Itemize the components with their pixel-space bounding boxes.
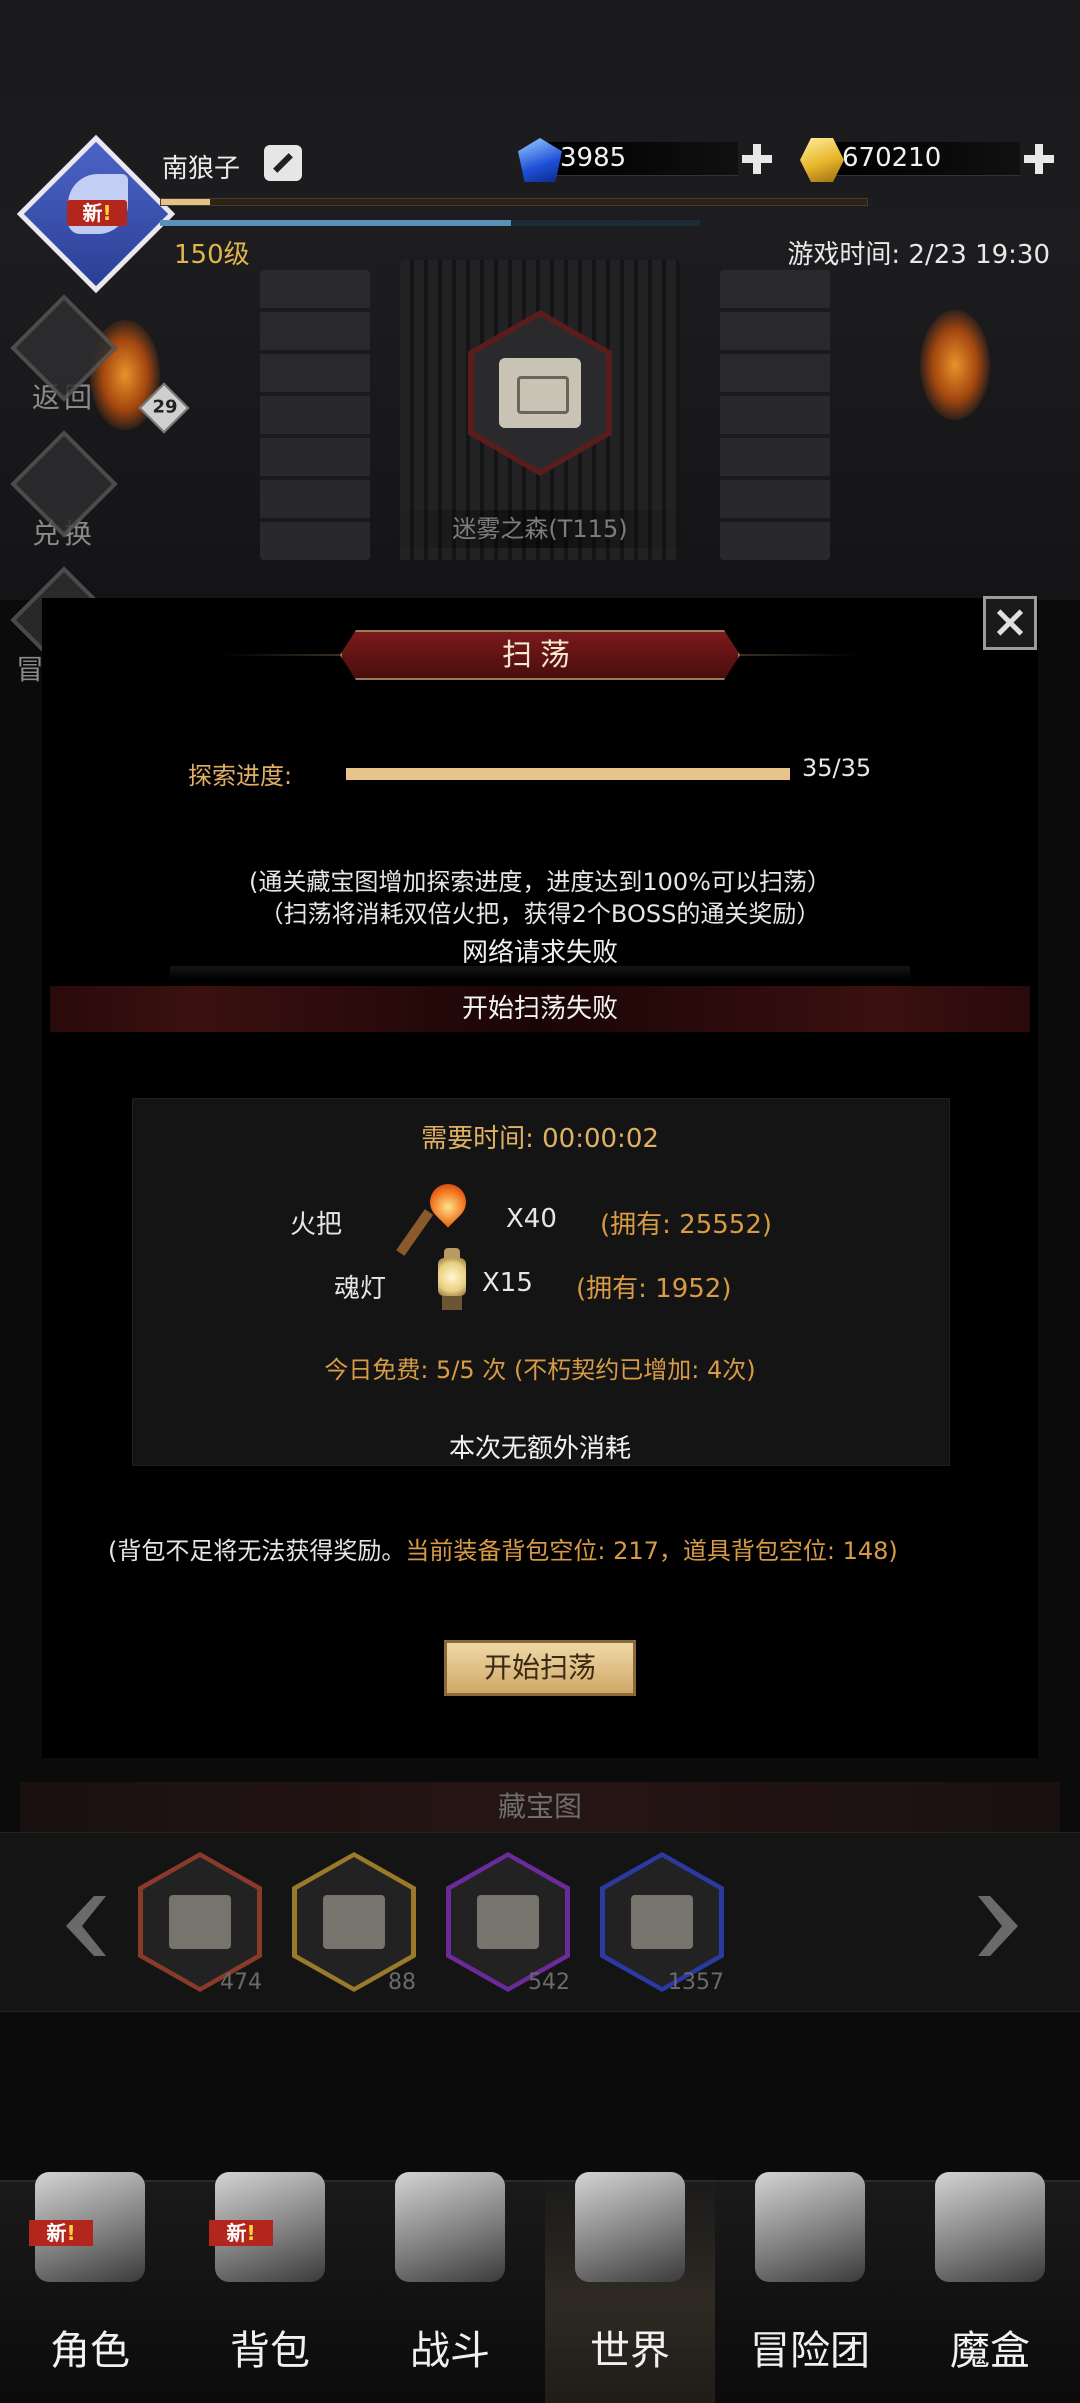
nav-label: 世界 xyxy=(590,2328,670,2374)
nav-label: 背包 xyxy=(230,2328,310,2374)
map-count: 474 xyxy=(220,1970,262,1995)
gem-amount: 3985 xyxy=(560,143,627,173)
edit-name-icon[interactable] xyxy=(264,145,302,181)
treasure-map-item[interactable]: 542 xyxy=(446,1852,570,1995)
gold-currency: 670210 xyxy=(800,138,1060,182)
no-extra-cost: 本次无额外消耗 xyxy=(448,1434,631,1464)
add-gem-button[interactable] xyxy=(740,142,774,176)
torch-cost-qty: X40 xyxy=(506,1204,557,1234)
secondary-bar-fill xyxy=(160,220,511,226)
lamp-cost-qty: X15 xyxy=(482,1268,533,1298)
treasure-map-header: 藏宝图 xyxy=(20,1782,1060,1832)
torch-owned: (拥有: 25552) xyxy=(600,1210,773,1240)
player-avatar[interactable]: 新! 29 xyxy=(16,134,190,434)
wall-torch-icon xyxy=(920,310,990,420)
lamp-owned: (拥有: 1952) xyxy=(576,1274,732,1304)
treasure-scroll-icon xyxy=(631,1895,693,1949)
network-fail-toast: 网络请求失败 xyxy=(461,938,618,968)
back-button[interactable]: 返回 xyxy=(10,294,118,416)
add-gold-button[interactable] xyxy=(1022,142,1056,176)
map-count: 88 xyxy=(388,1970,416,1995)
torch-cost-name: 火把 xyxy=(290,1210,343,1240)
xp-bar-fill xyxy=(161,199,211,205)
xp-bar xyxy=(160,198,868,206)
secondary-bar xyxy=(160,220,700,226)
castle-icon xyxy=(755,2172,865,2282)
dungeon-background: 迷雾之森(T115) xyxy=(0,0,1080,600)
nav-label: 冒险团 xyxy=(750,2328,870,2374)
close-icon[interactable] xyxy=(983,596,1037,650)
start-sweep-button[interactable]: 开始扫荡 xyxy=(444,1640,636,1696)
nav-label: 角色 xyxy=(50,2328,130,2374)
treasure-scroll-icon xyxy=(323,1895,385,1949)
treasure-map-item[interactable]: 474 xyxy=(138,1852,262,1995)
lamp-icon xyxy=(432,1248,472,1316)
player-level: 150级 xyxy=(174,240,250,270)
bag-space-note: (背包不足将无法获得奖励。当前装备背包空位: 217，道具背包空位: 148) xyxy=(108,1537,898,1565)
sweep-note-1: (通关藏宝图增加探索进度，进度达到100%可以扫荡） xyxy=(249,868,831,896)
new-badge: 新! xyxy=(29,2220,93,2246)
treasure-scroll-icon xyxy=(477,1895,539,1949)
stone-pillar xyxy=(260,270,370,560)
sweep-note-2: （扫荡将消耗双倍火把，获得2个BOSS的通关奖励） xyxy=(259,900,821,928)
exchange-button[interactable]: 兑换 xyxy=(10,430,118,552)
nav-label: 魔盒 xyxy=(950,2328,1030,2374)
sweep-fail-toast: 开始扫荡失败 xyxy=(50,986,1030,1032)
stone-pillar xyxy=(720,270,830,560)
nav-tab-adventure-group[interactable]: 冒险团 xyxy=(725,2172,895,2403)
nav-tab-world[interactable]: 世界 xyxy=(545,2172,715,2403)
required-time: 需要时间: 00:00:02 xyxy=(421,1124,659,1154)
treasure-scroll-icon xyxy=(169,1895,231,1949)
new-badge: 新! xyxy=(209,2220,273,2246)
stage-name: 迷雾之森(T115) xyxy=(390,510,690,548)
nav-tab-battle[interactable]: 战斗 xyxy=(365,2172,535,2403)
treasure-map-item[interactable]: 1357 xyxy=(600,1852,724,1995)
progress-bar-fill xyxy=(346,768,790,780)
toast-divider xyxy=(170,966,910,980)
map-count: 542 xyxy=(528,1970,570,1995)
lamp-cost-name: 魂灯 xyxy=(334,1274,387,1304)
gem-currency: 3985 xyxy=(518,138,778,182)
progress-label: 探索进度: xyxy=(188,762,293,790)
shield-sword-icon xyxy=(395,2172,505,2282)
treasure-map-item[interactable]: 88 xyxy=(292,1852,416,1995)
map-count: 1357 xyxy=(668,1970,724,1995)
new-badge: 新! xyxy=(67,200,127,226)
treasure-scroll-icon xyxy=(499,358,581,428)
progress-count: 35/35 xyxy=(802,754,872,782)
gold-amount: 670210 xyxy=(842,143,942,173)
nav-tab-character[interactable]: 新! 角色 xyxy=(5,2172,175,2403)
game-time: 游戏时间: 2/23 19:30 xyxy=(787,240,1050,270)
nav-label: 战斗 xyxy=(410,2328,490,2374)
magic-box-icon xyxy=(935,2172,1045,2282)
nav-tab-backpack[interactable]: 新! 背包 xyxy=(185,2172,355,2403)
modal-title: 扫荡 xyxy=(340,630,740,680)
progress-bar xyxy=(346,768,790,780)
nav-tab-magic-box[interactable]: 魔盒 xyxy=(905,2172,1075,2403)
free-today-count: 今日免费: 5/5 次 (不朽契约已增加: 4次) xyxy=(324,1356,756,1384)
torch-icon xyxy=(396,1176,476,1256)
world-map-icon xyxy=(575,2172,685,2282)
player-name: 南狼子 xyxy=(162,154,241,184)
